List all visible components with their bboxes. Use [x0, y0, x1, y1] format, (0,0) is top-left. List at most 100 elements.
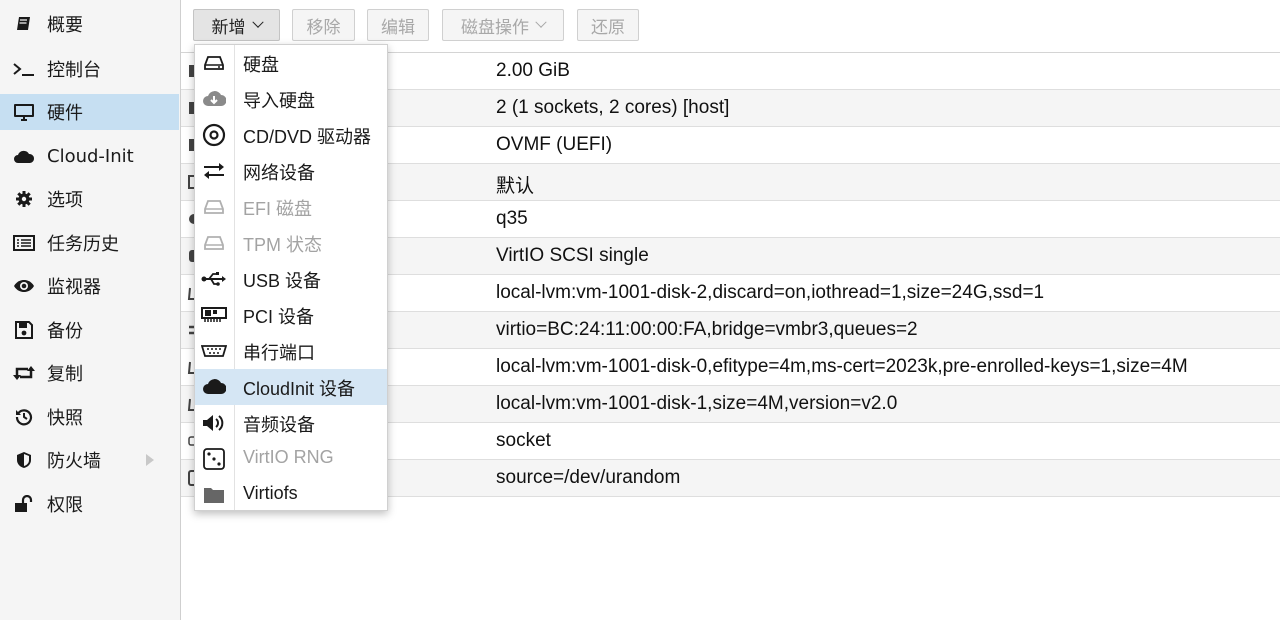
- menu-item-cd-dvd[interactable]: CD/DVD 驱动器: [195, 117, 387, 153]
- optical-disc-icon: [201, 123, 227, 147]
- row-value: OVMF (UEFI): [496, 134, 613, 155]
- sidebar-item-label: Cloud-Init: [47, 145, 134, 167]
- row-value: source=/dev/urandom: [496, 467, 681, 488]
- hdd-icon: [201, 231, 227, 255]
- sidebar-item-options[interactable]: 选项: [0, 181, 179, 217]
- sidebar-item-label: 概要: [47, 15, 83, 36]
- cloud-download-icon: [201, 87, 227, 111]
- exchange-icon: [201, 159, 227, 183]
- sidebar-item-console[interactable]: 控制台: [0, 51, 179, 87]
- sidebar-item-snapshots[interactable]: 快照: [0, 399, 179, 435]
- expand-arrow-icon[interactable]: [146, 454, 154, 466]
- hdd-icon: [201, 51, 227, 75]
- sidebar-item-label: 任务历史: [47, 234, 119, 255]
- menu-item-virtiofs[interactable]: Virtiofs: [195, 477, 387, 513]
- disk-action-button[interactable]: 磁盘操作: [442, 9, 564, 41]
- row-value: q35: [496, 208, 528, 229]
- sidebar-item-monitor[interactable]: 监视器: [0, 268, 179, 304]
- row-value: local-lvm:vm-1001-disk-0,efitype=4m,ms-c…: [496, 356, 1188, 377]
- row-value: local-lvm:vm-1001-disk-2,discard=on,ioth…: [496, 282, 1045, 303]
- edit-button-label: 编辑: [381, 17, 415, 38]
- menu-item-label: 硬盘: [243, 55, 279, 75]
- sidebar-item-label: 复制: [47, 364, 83, 385]
- retweet-icon: [11, 365, 37, 381]
- chevron-down-icon: [251, 16, 264, 28]
- row-value: 默认: [496, 176, 535, 197]
- menu-item-serial-port[interactable]: 串行端口: [195, 333, 387, 369]
- menu-item-label: 音频设备: [243, 415, 315, 435]
- disk-action-label: 磁盘操作: [461, 17, 529, 38]
- sidebar-item-backup[interactable]: 备份: [0, 312, 179, 348]
- sidebar-item-label: 快照: [47, 408, 83, 429]
- unlock-icon: [11, 495, 37, 513]
- menu-item-pci-device[interactable]: PCI 设备: [195, 297, 387, 333]
- folder-icon: [201, 483, 227, 507]
- sidebar-item-permissions[interactable]: 权限: [0, 486, 179, 522]
- sidebar-item-label: 监视器: [47, 277, 101, 298]
- sidebar-item-label: 控制台: [47, 60, 101, 81]
- add-button-label: 新增: [211, 17, 246, 38]
- sidebar-item-label: 选项: [47, 190, 83, 211]
- menu-item-label: TPM 状态: [243, 235, 322, 255]
- remove-button-label: 移除: [306, 17, 341, 38]
- row-value: local-lvm:vm-1001-disk-1,size=4M,version…: [496, 393, 898, 414]
- sidebar-item-hardware[interactable]: 硬件: [0, 94, 179, 130]
- menu-item-hard-disk[interactable]: 硬盘: [195, 45, 387, 81]
- cloud-icon: [201, 375, 227, 399]
- eye-icon: [11, 279, 37, 293]
- history-icon: [11, 408, 37, 426]
- sidebar-item-label: 硬件: [47, 103, 83, 124]
- menu-item-label: 串行端口: [243, 343, 315, 363]
- row-value: socket: [496, 430, 551, 451]
- sidebar-item-task-history[interactable]: 任务历史: [0, 225, 179, 261]
- menu-item-label: USB 设备: [243, 271, 322, 291]
- revert-button-label: 还原: [591, 17, 625, 38]
- book-icon: [11, 15, 37, 33]
- hdd-icon: [201, 195, 227, 219]
- row-value: virtio=BC:24:11:00:00:FA,bridge=vmbr3,qu…: [496, 319, 918, 340]
- row-value: 2 (1 sockets, 2 cores) [host]: [496, 97, 730, 118]
- menu-item-label: EFI 磁盘: [243, 199, 313, 219]
- volume-icon: [201, 411, 227, 435]
- sidebar-item-firewall[interactable]: 防火墙: [0, 442, 179, 478]
- sidebar-item-label: 防火墙: [47, 451, 101, 472]
- sidebar-item-label: 权限: [47, 495, 83, 516]
- serial-port-icon: [201, 339, 227, 363]
- sidebar-item-label: 备份: [47, 321, 83, 342]
- gear-icon: [11, 190, 37, 208]
- revert-button[interactable]: 还原: [577, 9, 639, 41]
- sidebar-item-cloud-init[interactable]: Cloud-Init: [0, 138, 179, 174]
- menu-item-virtio-rng[interactable]: VirtIO RNG: [195, 441, 387, 477]
- menu-item-audio-device[interactable]: 音频设备: [195, 405, 387, 441]
- menu-item-network-device[interactable]: 网络设备: [195, 153, 387, 189]
- chevron-down-icon: [535, 16, 547, 28]
- sidebar-item-replication[interactable]: 复制: [0, 355, 179, 391]
- menu-item-usb-device[interactable]: USB 设备: [195, 261, 387, 297]
- menu-item-label: CloudInit 设备: [243, 379, 356, 399]
- row-value: 2.00 GiB: [496, 60, 570, 81]
- usb-icon: [201, 267, 227, 291]
- sidebar-item-summary[interactable]: 概要: [0, 6, 179, 42]
- monitor-icon: [11, 102, 37, 122]
- floppy-icon: [11, 321, 37, 339]
- menu-item-label: Virtiofs: [243, 483, 298, 503]
- shield-icon: [11, 451, 37, 469]
- menu-item-tpm-state[interactable]: TPM 状态: [195, 225, 387, 261]
- add-button[interactable]: 新增: [193, 9, 280, 41]
- menu-item-cloudinit-device[interactable]: CloudInit 设备: [195, 369, 387, 405]
- sidebar: 概要 控制台 硬件 Cloud-Init 选项 任务历史 监视器 备份 复制 快…: [0, 0, 181, 620]
- cloud-icon: [11, 148, 37, 164]
- menu-item-label: CD/DVD 驱动器: [243, 127, 372, 147]
- edit-button[interactable]: 编辑: [367, 9, 429, 41]
- pci-card-icon: [201, 303, 227, 327]
- remove-button[interactable]: 移除: [292, 9, 355, 41]
- add-dropdown-menu: 硬盘 导入硬盘 CD/DVD 驱动器 网络设备 EFI 磁盘 TPM 状态 US…: [194, 44, 388, 511]
- menu-item-import-disk[interactable]: 导入硬盘: [195, 81, 387, 117]
- terminal-icon: [11, 61, 37, 77]
- menu-item-label: 导入硬盘: [243, 91, 315, 111]
- dice-icon: [201, 447, 227, 471]
- list-icon: [11, 235, 37, 251]
- menu-item-efi-disk[interactable]: EFI 磁盘: [195, 189, 387, 225]
- menu-item-label: VirtIO RNG: [243, 447, 334, 467]
- menu-item-label: PCI 设备: [243, 307, 315, 327]
